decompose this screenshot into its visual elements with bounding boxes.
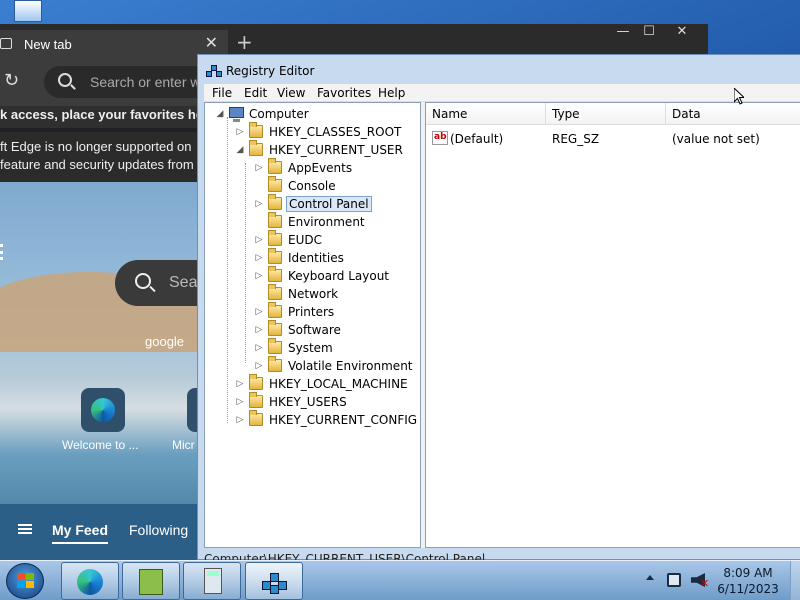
taskbar-vim[interactable] xyxy=(122,562,180,600)
windows-logo-icon xyxy=(17,573,35,589)
show-hidden-icons-icon[interactable] xyxy=(646,575,654,580)
search-icon xyxy=(135,273,151,289)
quick-link-label: Micr xyxy=(172,438,195,452)
folder-icon xyxy=(268,302,282,318)
folder-icon xyxy=(268,248,282,264)
value-data: (value not set) xyxy=(672,132,760,146)
folder-icon xyxy=(249,140,263,156)
quick-link-welcome[interactable] xyxy=(81,388,125,432)
taskbar-registry-editor[interactable] xyxy=(245,562,303,600)
tab-page-icon xyxy=(0,38,12,49)
folder-icon xyxy=(268,158,282,174)
edge-tab-bar: New tab ✕ + — ☐ ✕ xyxy=(0,24,708,58)
string-value-icon: ab xyxy=(432,131,448,145)
taskbar: ✕ 8:09 AM 6/11/2023 xyxy=(0,560,800,600)
expand-icon[interactable]: ▷ xyxy=(235,411,245,429)
tab-following[interactable]: Following xyxy=(129,522,188,538)
folder-icon xyxy=(268,194,282,210)
tab-title: New tab xyxy=(24,36,72,52)
close-button[interactable]: ✕ xyxy=(667,24,697,42)
folder-icon xyxy=(268,338,282,354)
collapse-icon[interactable]: ◢ xyxy=(235,141,245,159)
taskbar-calculator[interactable] xyxy=(183,562,241,600)
window-title: Registry Editor xyxy=(226,64,315,78)
folder-icon xyxy=(268,212,282,228)
expand-icon[interactable]: ▷ xyxy=(254,159,264,177)
clock-date: 6/11/2023 xyxy=(717,582,779,596)
edge-tab-newtab[interactable]: New tab ✕ xyxy=(0,30,228,58)
folder-icon xyxy=(268,230,282,246)
column-header-name[interactable]: Name xyxy=(426,103,546,125)
new-tab-button[interactable]: + xyxy=(236,32,253,52)
show-desktop-button[interactable] xyxy=(790,561,800,600)
search-engine-label: google xyxy=(145,334,185,349)
folder-icon xyxy=(268,266,282,282)
maximize-button[interactable]: ☐ xyxy=(634,24,664,42)
expand-icon[interactable]: ▷ xyxy=(254,339,264,357)
folder-icon xyxy=(249,122,263,138)
values-list[interactable]: Name Type Data ab (Default) REG_SZ (valu… xyxy=(425,102,800,548)
expand-icon[interactable]: ▷ xyxy=(235,123,245,141)
tab-close-icon[interactable]: ✕ xyxy=(205,33,218,53)
edge-icon xyxy=(77,569,103,595)
hamburger-menu-icon[interactable] xyxy=(18,524,32,534)
apps-menu-icon[interactable] xyxy=(0,244,4,260)
menu-favorites[interactable]: Favorites xyxy=(317,86,371,100)
network-icon[interactable] xyxy=(667,573,681,587)
regedit-icon xyxy=(262,569,288,595)
folder-icon xyxy=(268,356,282,372)
expand-icon[interactable]: ▷ xyxy=(254,303,264,321)
start-button[interactable] xyxy=(6,563,44,599)
menu-view[interactable]: View xyxy=(277,86,305,100)
menu-file[interactable]: File xyxy=(212,86,232,100)
value-type: REG_SZ xyxy=(552,132,600,146)
mouse-cursor-icon xyxy=(734,88,744,105)
menu-bar: File Edit View Favorites Help xyxy=(204,84,800,102)
taskbar-edge[interactable] xyxy=(61,562,119,600)
key-tree[interactable]: ◢ Computer ▷ HKEY_CLASSES_ROOT ◢ HKEY_CU… xyxy=(204,102,421,548)
desktop-shortcut-icon[interactable] xyxy=(14,0,42,22)
column-header-data[interactable]: Data xyxy=(666,103,800,125)
tab-my-feed[interactable]: My Feed xyxy=(52,522,109,544)
folder-icon xyxy=(249,410,263,426)
expand-icon[interactable]: ▷ xyxy=(254,267,264,285)
folder-icon xyxy=(268,320,282,336)
expand-icon[interactable]: ▷ xyxy=(254,321,264,339)
vim-icon xyxy=(139,569,163,595)
menu-edit[interactable]: Edit xyxy=(244,86,267,100)
expand-icon[interactable]: ▷ xyxy=(254,249,264,267)
menu-help[interactable]: Help xyxy=(378,86,405,100)
value-name[interactable]: (Default) xyxy=(450,131,503,147)
edge-logo-icon xyxy=(91,398,115,422)
muted-icon: ✕ xyxy=(700,577,710,590)
search-icon xyxy=(58,73,72,87)
collapse-icon[interactable]: ◢ xyxy=(215,105,225,123)
column-header-type[interactable]: Type xyxy=(546,103,666,125)
web-search-placeholder: Sea xyxy=(169,274,198,291)
expand-icon[interactable]: ▷ xyxy=(235,393,245,411)
system-clock[interactable]: 8:09 AM 6/11/2023 xyxy=(712,565,784,597)
title-bar[interactable]: Registry Editor xyxy=(198,55,800,83)
regedit-app-icon xyxy=(206,65,222,79)
refresh-icon[interactable]: ↻ xyxy=(4,70,19,91)
registry-editor-window: Registry Editor File Edit View Favorites… xyxy=(197,54,800,561)
folder-icon xyxy=(268,176,282,192)
favorites-bar-text: k access, place your favorites here o xyxy=(0,107,227,122)
clock-time: 8:09 AM xyxy=(723,566,773,580)
expand-icon[interactable]: ▷ xyxy=(254,357,264,375)
folder-icon xyxy=(249,374,263,390)
calculator-icon xyxy=(204,568,222,594)
quick-link-label: Welcome to ... xyxy=(62,438,139,452)
address-placeholder: Search or enter w xyxy=(90,74,201,90)
editor-body: ◢ Computer ▷ HKEY_CLASSES_ROOT ◢ HKEY_CU… xyxy=(204,102,800,548)
expand-icon[interactable]: ▷ xyxy=(235,375,245,393)
expand-icon[interactable]: ▷ xyxy=(254,195,264,213)
expand-icon[interactable]: ▷ xyxy=(254,231,264,249)
folder-icon xyxy=(268,284,282,300)
computer-icon xyxy=(229,107,244,122)
folder-icon xyxy=(249,392,263,408)
